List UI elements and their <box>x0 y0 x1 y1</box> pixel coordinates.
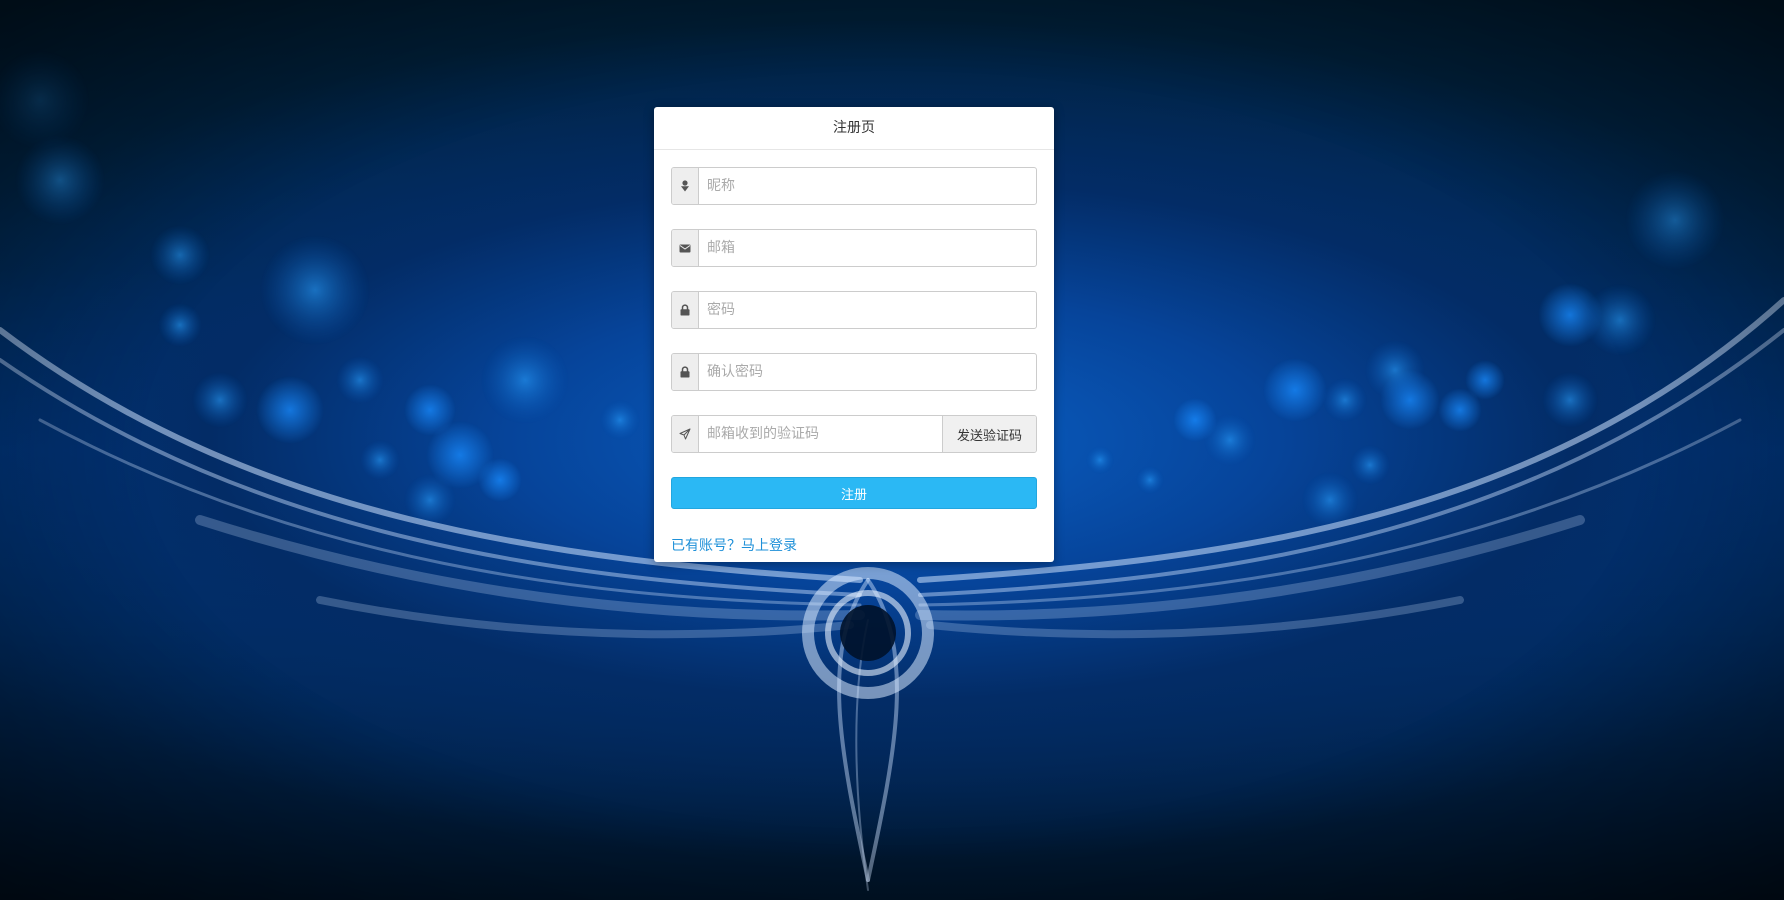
verification-code-group: 发送验证码 <box>671 415 1037 453</box>
envelope-icon <box>672 230 699 266</box>
register-card: 注册页 昵称 邮箱 邮箱收到的验证码 发送验证码 注册 已有账号？马上登录 <box>654 107 1054 562</box>
register-form: 发送验证码 注册 已有账号？马上登录 <box>654 150 1054 555</box>
nickname-input[interactable] <box>699 168 1036 204</box>
password-input[interactable] <box>699 292 1036 328</box>
email-input[interactable] <box>699 230 1036 266</box>
confirm-password-input[interactable] <box>699 354 1036 390</box>
lock-icon <box>672 292 699 328</box>
nickname-group <box>671 167 1037 205</box>
send-code-button[interactable]: 发送验证码 <box>942 416 1036 452</box>
user-icon <box>672 168 699 204</box>
email-group <box>671 229 1037 267</box>
login-link[interactable]: 已有账号？马上登录 <box>671 535 797 555</box>
card-title: 注册页 <box>654 107 1054 150</box>
verification-code-input[interactable] <box>699 416 942 452</box>
password-group <box>671 291 1037 329</box>
confirm-password-group <box>671 353 1037 391</box>
send-icon <box>672 416 699 452</box>
register-button[interactable]: 注册 <box>671 477 1037 509</box>
lock-icon <box>672 354 699 390</box>
